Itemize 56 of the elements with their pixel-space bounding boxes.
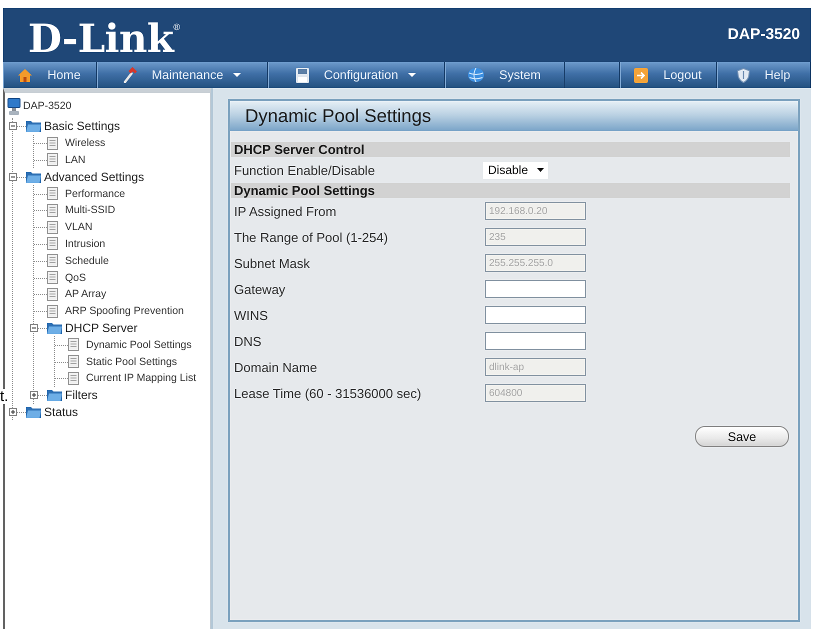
tree-item[interactable]: Filters <box>47 388 98 402</box>
dropdown[interactable]: Disable <box>483 162 548 178</box>
computer-icon <box>7 98 21 114</box>
globe-icon <box>468 68 484 82</box>
tree-item[interactable]: Intrusion <box>47 237 106 250</box>
tree-item[interactable]: Dynamic Pool Settings <box>68 338 192 352</box>
folder-icon <box>26 170 41 183</box>
section-header: Dynamic Pool Settings <box>231 183 790 198</box>
section-header: DHCP Server Control <box>231 142 790 157</box>
tree-item[interactable]: LAN <box>47 153 86 166</box>
field-label: Function Enable/Disable <box>234 162 376 178</box>
panel-title-bar: Dynamic Pool Settings <box>230 101 798 131</box>
expand-icon[interactable] <box>9 408 17 416</box>
folder-icon <box>47 389 62 402</box>
field-label: The Range of Pool (1-254) <box>234 230 389 244</box>
field-label: Lease Time (60 - 31536000 sec) <box>234 386 422 400</box>
tree-item[interactable]: VLAN <box>47 220 92 234</box>
tree-item[interactable]: Wireless <box>47 136 106 150</box>
field-label: Subnet Mask <box>234 256 311 270</box>
text-field[interactable] <box>485 332 586 350</box>
tree-item[interactable]: QoS <box>47 271 86 284</box>
collapse-icon[interactable] <box>9 122 17 130</box>
hammer-icon <box>122 67 137 83</box>
field-label: WINS <box>234 308 269 322</box>
text-field[interactable] <box>485 280 586 298</box>
tree-item[interactable]: DHCP Server <box>47 320 138 335</box>
collapse-icon[interactable] <box>9 172 17 181</box>
tree-item[interactable]: DAP-3520 <box>7 98 72 114</box>
tree-item[interactable]: AP Array <box>47 288 106 301</box>
tree-item[interactable]: Static Pool Settings <box>68 355 178 368</box>
logo-text: D-Link$^{®}$ <box>28 15 180 59</box>
field-label: IP Assigned From <box>234 204 338 218</box>
caret-icon <box>537 168 544 172</box>
collapse-icon[interactable] <box>30 324 38 332</box>
expand-icon[interactable] <box>30 391 38 400</box>
shield-icon <box>736 68 750 82</box>
text-fragment: t. <box>0 389 10 404</box>
folder-icon <box>26 120 41 132</box>
tree-item[interactable]: Schedule <box>47 254 109 268</box>
folder-icon <box>26 406 41 418</box>
model-label: DAP-3520 <box>728 26 800 44</box>
field-label: Domain Name <box>234 360 318 374</box>
folder-icon <box>47 322 62 334</box>
tree-item[interactable]: Multi-SSID <box>47 204 116 217</box>
tree-item[interactable]: Advanced Settings <box>26 170 144 184</box>
save-button[interactable]: Save <box>695 426 789 447</box>
exit-icon <box>634 68 648 82</box>
text-field[interactable] <box>485 306 586 324</box>
tree-item[interactable]: Current IP Mapping List <box>68 372 196 385</box>
house-icon <box>18 68 32 82</box>
tree-item[interactable]: Status <box>26 404 78 419</box>
field-label: Gateway <box>234 282 286 296</box>
tree-item[interactable]: Basic Settings <box>26 119 120 134</box>
tree-item[interactable]: ARP Spoofing Prevention <box>47 304 184 318</box>
field-label: DNS <box>234 334 262 348</box>
tree-item[interactable]: Performance <box>47 187 126 200</box>
